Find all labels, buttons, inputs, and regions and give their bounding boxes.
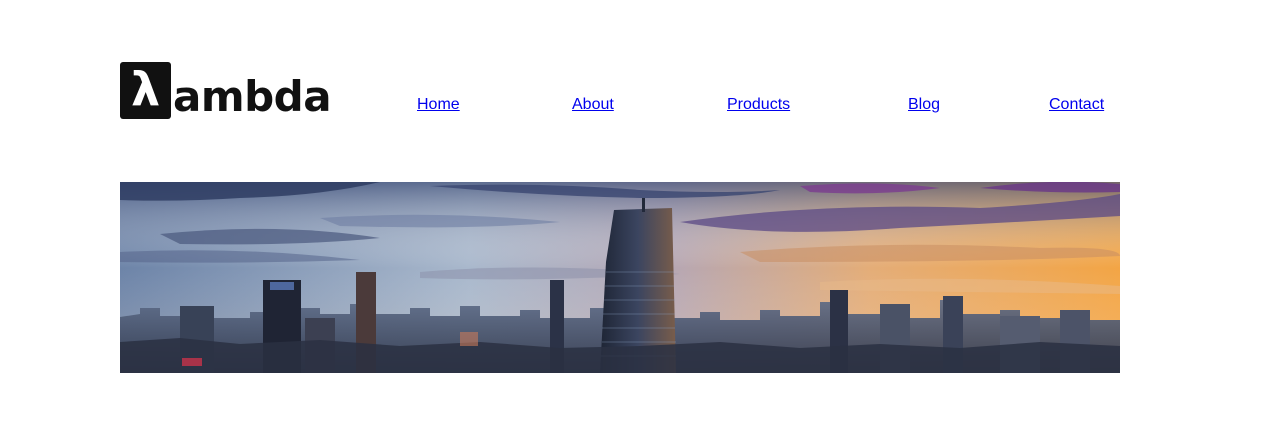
nav-item-products[interactable]: Products [727, 96, 790, 114]
hero-banner-image [120, 182, 1120, 373]
nav-item-blog[interactable]: Blog [908, 96, 940, 114]
site-header: λ ambda Home About Products Blog Contact [120, 62, 1120, 120]
nav-item-contact[interactable]: Contact [1049, 96, 1104, 114]
nav-item-home[interactable]: Home [417, 96, 460, 114]
main-nav: Home About Products Blog Contact [120, 96, 1120, 122]
nav-item-about[interactable]: About [572, 96, 614, 114]
